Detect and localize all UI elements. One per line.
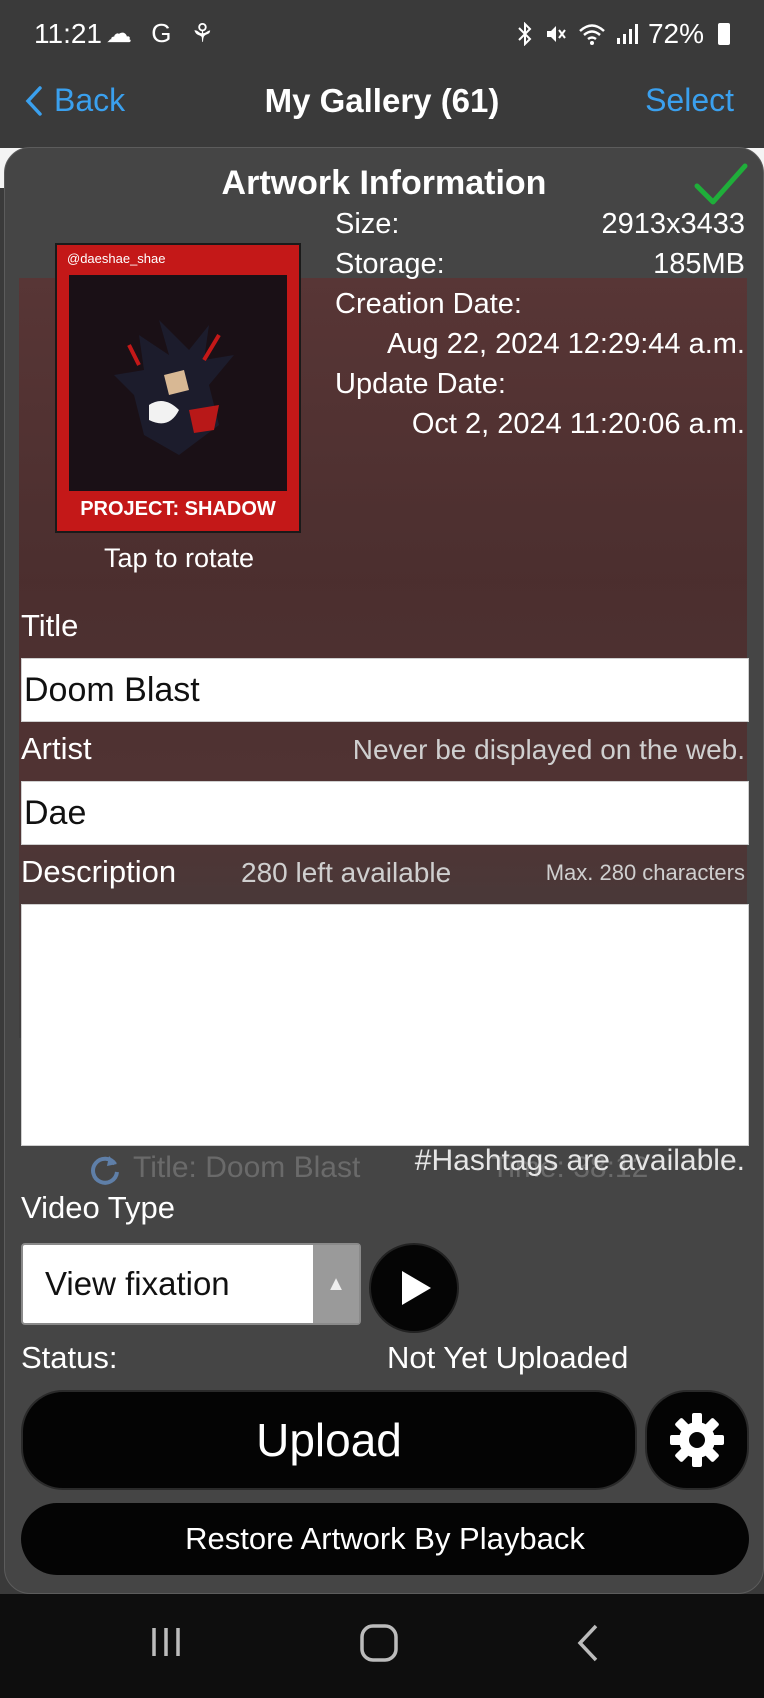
restore-artwork-button[interactable]: Restore Artwork By Playback — [21, 1503, 749, 1575]
settings-button[interactable] — [645, 1390, 749, 1490]
character-illustration — [114, 320, 234, 455]
checkmark-icon[interactable] — [693, 162, 749, 206]
status-value: Not Yet Uploaded — [387, 1340, 629, 1375]
chevron-up-icon: ▲ — [313, 1245, 359, 1323]
artist-input[interactable]: Dae — [21, 781, 749, 845]
status-right: 72% — [516, 18, 730, 50]
thumbnail-image — [69, 275, 287, 491]
description-remaining: 280 left available — [241, 857, 452, 888]
description-textarea[interactable] — [21, 904, 749, 1146]
video-type-label: Video Type — [21, 1190, 175, 1225]
bluetooth-icon — [518, 22, 532, 46]
artist-hint: Never be displayed on the web. — [352, 734, 745, 765]
creation-date-label: Creation Date: — [335, 288, 522, 320]
select-button[interactable]: Select — [645, 82, 734, 119]
back-nav-icon[interactable] — [574, 1622, 604, 1664]
title-input[interactable]: Doom Blast — [21, 658, 749, 722]
description-max: Max. 280 characters — [545, 860, 745, 885]
artwork-thumbnail[interactable]: @daeshae_shae PROJECT: SHADOW — [55, 243, 301, 533]
update-date-label: Update Date: — [335, 368, 506, 400]
battery-icon — [718, 23, 730, 45]
artist-label: Artist — [21, 731, 92, 766]
size-label: Size: — [335, 208, 400, 240]
hashtag-hint: #Hashtags are available. — [414, 1144, 745, 1177]
thumbnail-handle: @daeshae_shae — [67, 251, 166, 266]
battery-percent: 72% — [647, 18, 704, 49]
update-date-value: Oct 2, 2024 11:20:06 a.m. — [411, 408, 745, 440]
home-icon[interactable] — [358, 1622, 400, 1664]
storage-label: Storage: — [335, 248, 445, 280]
video-type-value: View fixation — [45, 1265, 230, 1302]
recent-apps-icon[interactable] — [146, 1622, 186, 1662]
description-label: Description — [21, 854, 177, 889]
signal-icon — [616, 24, 638, 44]
mute-icon — [546, 26, 566, 42]
ghost-title: Title: Doom Blast — [133, 1151, 361, 1184]
status-label: Status: — [21, 1340, 118, 1375]
gear-icon — [670, 1413, 724, 1467]
play-icon — [402, 1271, 431, 1305]
title-label: Title — [21, 608, 79, 643]
thumbnail-caption: PROJECT: SHADOW — [80, 498, 276, 520]
video-type-select[interactable]: View fixation ▲ — [21, 1243, 361, 1325]
status-time: 11:21 — [34, 18, 102, 49]
refresh-icon — [91, 1156, 119, 1185]
size-value: 2913x3433 — [601, 208, 745, 240]
panel-title: Artwork Information — [221, 164, 547, 202]
nav-bar: Back My Gallery (61) Select — [0, 72, 764, 148]
storage-value: 185MB — [653, 248, 745, 280]
wifi-icon — [579, 24, 605, 45]
play-button[interactable] — [369, 1243, 459, 1333]
creation-date-value: Aug 22, 2024 12:29:44 a.m. — [387, 328, 745, 360]
upload-button[interactable]: Upload — [21, 1390, 637, 1490]
notification-icons: ☁ G ⚘ — [106, 18, 220, 48]
status-bar: 11:21 ☁ G ⚘ 72% — [0, 0, 764, 72]
rotate-hint: Tap to rotate — [103, 543, 255, 573]
artwork-info-panel: Artwork Information @daeshae_shae PROJEC… — [4, 147, 764, 1594]
system-nav-bar — [0, 1594, 764, 1698]
